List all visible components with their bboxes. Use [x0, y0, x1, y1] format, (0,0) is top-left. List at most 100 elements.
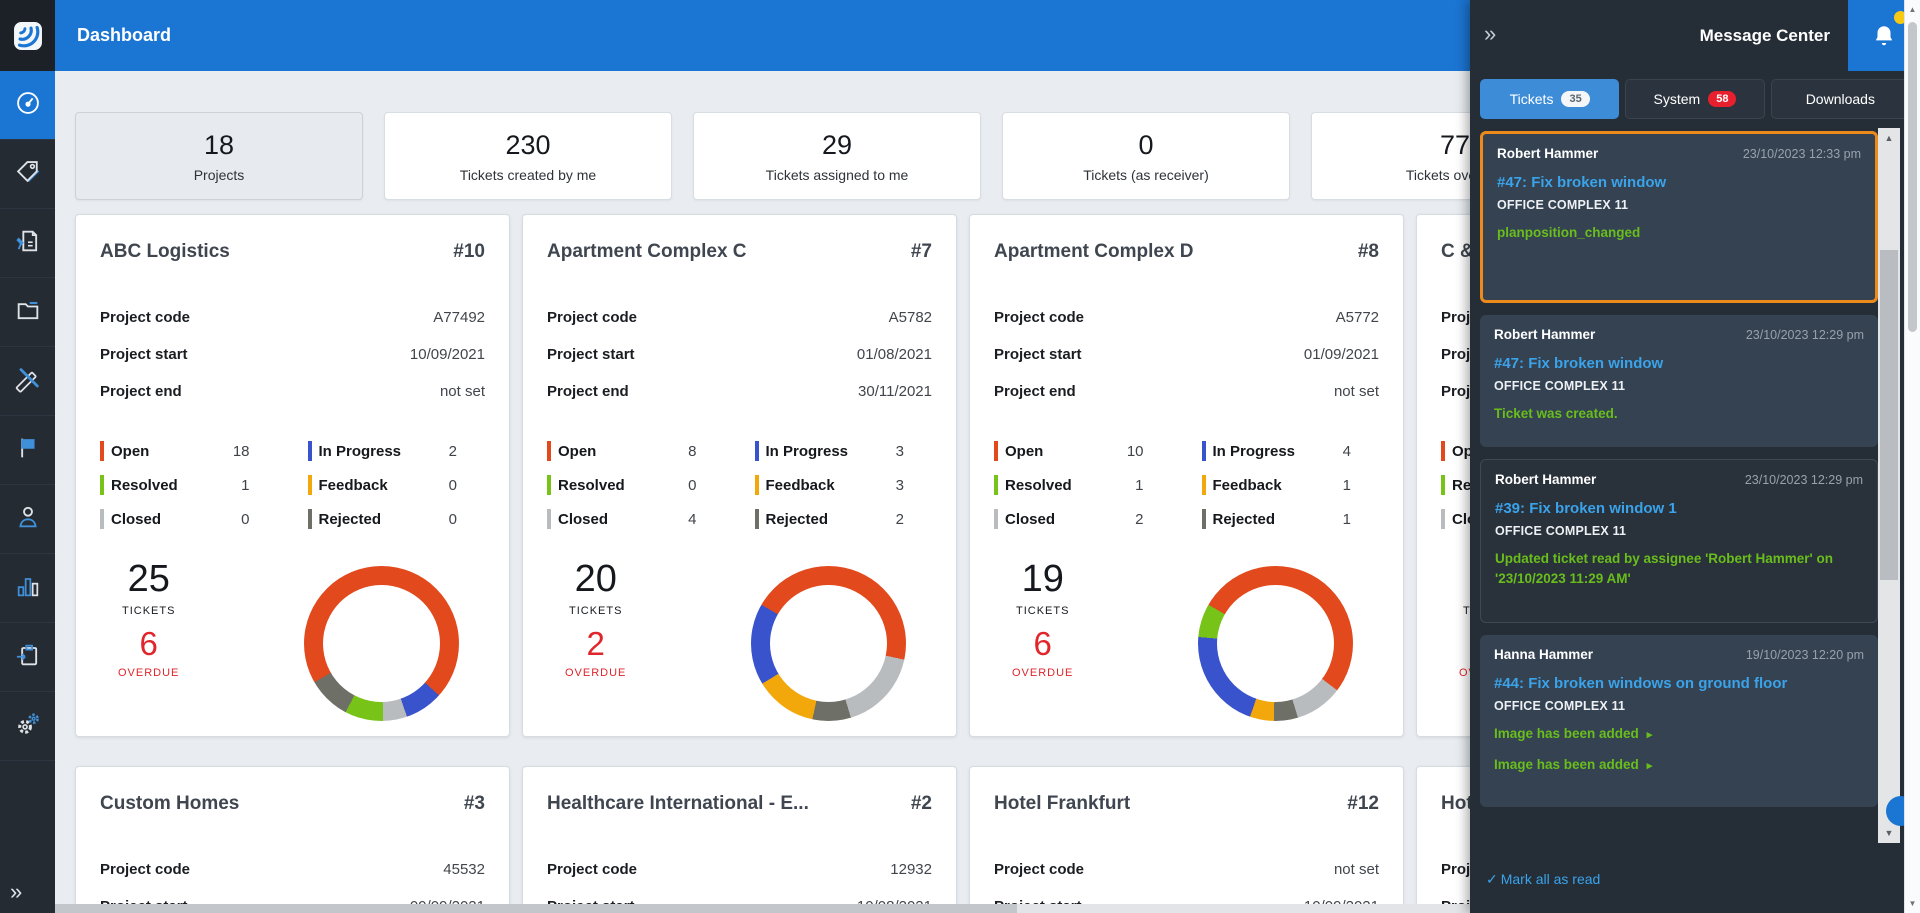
tickets-label: TICKETS: [1015, 605, 1070, 617]
message-list-scrollbar-thumb[interactable]: [1880, 250, 1898, 580]
message-center-header: » Message Center: [1470, 0, 1920, 71]
ticket-link[interactable]: #47: Fix broken window: [1497, 174, 1861, 191]
status-color-bar: [307, 441, 312, 461]
flag-icon: [14, 434, 42, 467]
bar-chart-icon: [14, 572, 42, 605]
sidebar: »: [0, 0, 55, 913]
expand-arrow-icon[interactable]: ▸: [1647, 729, 1653, 741]
page-scroll-up-icon[interactable]: ▲: [1905, 2, 1920, 17]
message-list: Robert Hammer 23/10/2023 12:33 pm #47: F…: [1480, 125, 1878, 845]
sidebar-item-reports[interactable]: [0, 209, 55, 278]
page-scrollbar[interactable]: ▲ ▼: [1904, 0, 1920, 913]
ticket-link[interactable]: #39: Fix broken window 1: [1495, 500, 1863, 517]
project-card[interactable]: Custom Homes #3 Project code 45532Projec…: [75, 766, 510, 913]
status-color-bar: [754, 509, 759, 529]
mark-all-as-read-label: Mark all as read: [1500, 870, 1601, 887]
stat-card[interactable]: 0 Tickets (as receiver): [1002, 112, 1290, 200]
horizontal-scrollbar-thumb[interactable]: [55, 904, 1018, 913]
project-card[interactable]: Healthcare International - E... #2 Proje…: [522, 766, 957, 913]
message-card[interactable]: Robert Hammer 23/10/2023 12:29 pm #47: F…: [1480, 315, 1878, 447]
status-color-bar: [754, 475, 759, 495]
scroll-up-icon[interactable]: ▲: [1878, 128, 1900, 148]
project-title: Custom Homes: [100, 793, 240, 814]
tab-system[interactable]: System 58: [1625, 79, 1765, 119]
report-icon: [14, 227, 42, 260]
project-info: Project code A5782 Project start 01/08/20…: [547, 299, 932, 410]
project-card[interactable]: ABC Logistics #10 Project code A77492 Pro…: [75, 214, 510, 737]
page-scrollbar-thumb[interactable]: [1908, 22, 1917, 332]
message-event-text[interactable]: Image has been added ▸: [1494, 755, 1864, 775]
stat-card[interactable]: 29 Tickets assigned to me: [693, 112, 981, 200]
scroll-down-icon[interactable]: ▼: [1878, 823, 1900, 843]
project-end-value: not set: [439, 383, 485, 400]
stat-card[interactable]: 230 Tickets created by me: [384, 112, 672, 200]
page-title: Dashboard: [77, 25, 172, 45]
ticket-link[interactable]: #47: Fix broken window: [1494, 355, 1864, 372]
message-card[interactable]: Robert Hammer 23/10/2023 12:33 pm #47: F…: [1480, 131, 1878, 303]
project-end-row: Project end 30/11/2021: [547, 373, 932, 410]
sidebar-item-dashboard[interactable]: [0, 71, 55, 140]
message-sender: Robert Hammer: [1495, 472, 1597, 487]
app-screen: » Dashboard 18 Projects 230 Tickets crea…: [0, 0, 1920, 913]
project-code-row: Project code A5782: [547, 299, 932, 336]
message-card[interactable]: Robert Hammer 23/10/2023 12:29 pm #39: F…: [1480, 459, 1878, 623]
project-card[interactable]: Apartment Complex D #8 Project code A577…: [969, 214, 1404, 737]
project-number: #10: [453, 241, 485, 262]
sidebar-item-statistics[interactable]: [0, 554, 55, 623]
sidebar-item-projects[interactable]: [0, 278, 55, 347]
sidebar-item-users[interactable]: [0, 485, 55, 554]
project-start-value: 10/09/2021: [409, 346, 485, 363]
status-color-bar: [1201, 441, 1206, 461]
project-code-label: Project code: [100, 309, 191, 326]
project-title: ABC Logistics: [100, 241, 230, 262]
message-project-name: OFFICE COMPLEX 11: [1494, 699, 1626, 713]
panel-collapse-icon[interactable]: »: [1470, 21, 1496, 51]
horizontal-scrollbar[interactable]: [55, 904, 1470, 913]
brand-swirl-icon: [13, 21, 42, 50]
expand-arrow-icon[interactable]: ▸: [1647, 760, 1653, 772]
status-color-bar: [1441, 509, 1445, 529]
sidebar-item-tags[interactable]: [0, 140, 55, 209]
status-color-bar: [994, 509, 998, 529]
status-open: Open 10: [994, 434, 1172, 468]
message-sender: Robert Hammer: [1497, 146, 1599, 161]
status-closed: Closed 0: [100, 502, 278, 536]
ticket-link[interactable]: #44: Fix broken windows on ground floor: [1494, 675, 1864, 692]
message-event-text: Updated ticket read by assignee 'Robert …: [1495, 551, 1834, 586]
project-card[interactable]: Apartment Complex C #7 Project code A578…: [522, 214, 957, 737]
message-timestamp: 23/10/2023 12:29 pm: [1745, 328, 1864, 342]
project-code-row: Project code A77492: [100, 299, 485, 336]
project-end-row: Project end not set: [100, 373, 485, 410]
stat-card[interactable]: 18 Projects: [75, 112, 363, 200]
stat-label: Tickets (as receiver): [1083, 166, 1209, 183]
project-title: Healthcare International - E...: [547, 793, 809, 814]
tab-downloads[interactable]: Downloads: [1770, 79, 1910, 119]
project-info: Project code A77492 Project start 10/09/2…: [100, 299, 485, 410]
stat-value: 0: [1138, 129, 1154, 160]
tab-tickets-label: Tickets: [1509, 91, 1554, 107]
sidebar-expand-icon[interactable]: »: [0, 873, 55, 913]
status-color-bar: [754, 441, 759, 461]
sidebar-item-tasks[interactable]: [0, 623, 55, 692]
message-event-text[interactable]: Image has been added ▸: [1494, 724, 1864, 744]
message-card[interactable]: Hanna Hammer 19/10/2023 12:20 pm #44: Fi…: [1480, 635, 1878, 807]
app-logo[interactable]: [0, 0, 55, 71]
mark-all-as-read-button[interactable]: ✓ Mark all as read: [1486, 871, 1600, 888]
project-code-value: A77492: [433, 309, 485, 326]
status-donut-chart: [1198, 566, 1353, 721]
message-list-scrollbar[interactable]: ▲ ▼: [1878, 128, 1900, 843]
project-start-value: 01/08/2021: [856, 346, 932, 363]
tickets-label: TICKETS: [568, 605, 623, 617]
sidebar-item-plans[interactable]: [0, 347, 55, 416]
tab-tickets[interactable]: Tickets 35: [1480, 79, 1620, 119]
sidebar-item-flags[interactable]: [0, 416, 55, 485]
status-legend: Open 8 Resolved 0 Closed 4 In Progress 3: [547, 434, 932, 536]
gears-icon: [14, 710, 42, 743]
status-feedback: Feedback 1: [1201, 468, 1380, 502]
page-scroll-down-icon[interactable]: ▼: [1905, 896, 1920, 911]
project-card[interactable]: Hotel Frankfurt #12 Project code not set…: [969, 766, 1404, 913]
project-title: Apartment Complex C: [547, 241, 747, 262]
sidebar-item-settings[interactable]: [0, 692, 55, 761]
message-project-name: OFFICE COMPLEX 11: [1495, 524, 1627, 538]
project-number: #7: [910, 241, 932, 262]
